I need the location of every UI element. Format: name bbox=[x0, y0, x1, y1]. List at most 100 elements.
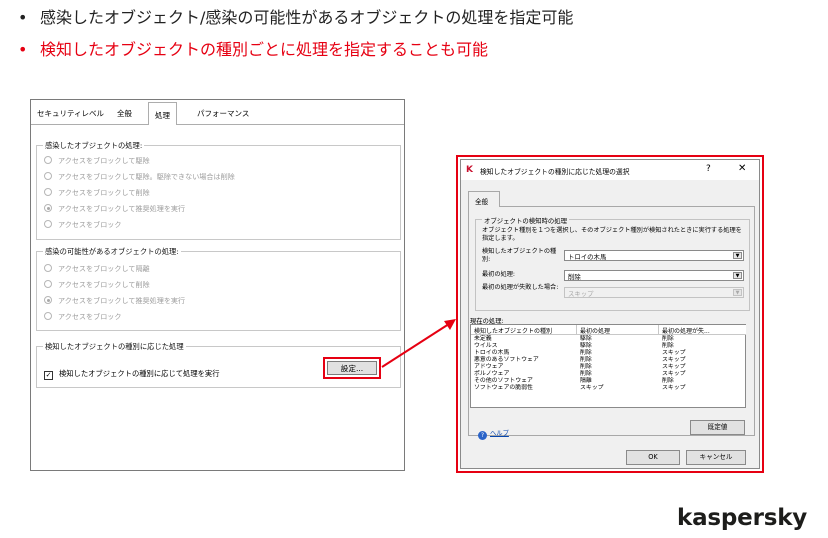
help-icon: ? bbox=[478, 431, 487, 440]
close-icon[interactable]: ✕ bbox=[738, 163, 746, 174]
radio-icon bbox=[44, 264, 52, 272]
cell-type: ポルノウェア bbox=[474, 371, 510, 377]
cell-type: アドウェア bbox=[474, 364, 504, 370]
object-type-value: トロイの木馬 bbox=[568, 253, 607, 261]
list-item[interactable]: アドウェア 削除 スキップ bbox=[471, 364, 745, 371]
cell-fallback: 削除 bbox=[662, 343, 674, 349]
suspicious-actions-group: 感染の可能性があるオブジェクトの処理: アクセスをブロックして隔離 アクセスをブ… bbox=[36, 247, 401, 331]
checkbox-checked-icon: ✓ bbox=[44, 371, 53, 380]
option-label: アクセスをブロックして駆除。駆除できない場合は削除 bbox=[58, 172, 235, 181]
list-item[interactable]: ポルノウェア 削除 スキップ bbox=[471, 371, 745, 378]
first-action-value: 削除 bbox=[568, 273, 581, 281]
settings-button-highlight: 設定... bbox=[323, 357, 381, 379]
default-button[interactable]: 既定値 bbox=[690, 420, 745, 435]
help-question-button[interactable]: ? bbox=[706, 164, 711, 174]
tab-security-level[interactable]: セキュリティレベル bbox=[37, 108, 104, 119]
list-item[interactable]: その他のソフトウェア 隔離 削除 bbox=[471, 378, 745, 385]
first-action-label: 最初の処理: bbox=[482, 271, 516, 278]
radio-icon bbox=[44, 188, 52, 196]
tab-general[interactable]: 全般 bbox=[468, 191, 500, 207]
ok-button[interactable]: OK bbox=[626, 450, 680, 465]
option-label: アクセスをブロックして推奨処理を実行 bbox=[58, 296, 186, 305]
infected-group-title: 感染したオブジェクトの処理: bbox=[43, 141, 145, 151]
column-header-first-action[interactable]: 最初の処理 bbox=[577, 325, 659, 335]
fallback-action-label: 最初の処理が失敗した場合: bbox=[482, 284, 559, 291]
radio-icon bbox=[44, 220, 52, 228]
cell-type: その他のソフトウェア bbox=[474, 378, 533, 384]
cell-first: 駆除 bbox=[580, 336, 592, 342]
bullet-2: • 検知したオブジェクトの種別ごとに処理を指定することも可能 bbox=[18, 36, 488, 60]
bullet-2-text: 検知したオブジェクトの種別ごとに処理を指定することも可能 bbox=[40, 40, 489, 59]
description-text: オブジェクト種別を１つを選択し、そのオブジェクト種別が検知されたときに実行する処… bbox=[482, 227, 742, 242]
suspicious-option-quarantine[interactable]: アクセスをブロックして隔離 bbox=[44, 264, 150, 274]
checkbox-label: 検知したオブジェクトの種別に応じて処理を実行 bbox=[59, 369, 220, 378]
suspicious-option-recommended[interactable]: アクセスをブロックして推奨処理を実行 bbox=[44, 296, 185, 306]
list-item[interactable]: トロイの木馬 削除 スキップ bbox=[471, 350, 745, 357]
type-group-title: 検知したオブジェクトの種別に応じた処理 bbox=[43, 342, 186, 352]
option-label: アクセスをブロックして隔離 bbox=[58, 264, 150, 273]
dialog-titlebar: K 検知したオブジェクトの種別に応じた処理の選択 ? ✕ bbox=[461, 160, 759, 180]
suspicious-option-delete[interactable]: アクセスをブロックして削除 bbox=[44, 280, 150, 290]
cell-first: 削除 bbox=[580, 357, 592, 363]
column-header-fallback-action[interactable]: 最初の処理が失... bbox=[659, 325, 746, 335]
bullet-1-text: 感染したオブジェクト/感染の可能性があるオブジェクトの処理を指定可能 bbox=[40, 8, 574, 27]
cell-first: スキップ bbox=[580, 385, 604, 391]
infected-option-block[interactable]: アクセスをブロック bbox=[44, 220, 122, 230]
suspicious-option-block[interactable]: アクセスをブロック bbox=[44, 312, 122, 322]
option-label: アクセスをブロックして推奨処理を実行 bbox=[58, 204, 186, 213]
infected-actions-group: 感染したオブジェクトの処理: アクセスをブロックして駆除 アクセスをブロックして… bbox=[36, 141, 401, 240]
chevron-down-icon: ▼ bbox=[733, 252, 742, 259]
tab-performance[interactable]: パフォーマンス bbox=[197, 108, 249, 119]
list-item[interactable]: ウイルス 駆除 削除 bbox=[471, 343, 745, 350]
tab-general[interactable]: 全般 bbox=[117, 108, 132, 119]
option-label: アクセスをブロックして削除 bbox=[58, 188, 150, 197]
list-item[interactable]: ソフトウェアの脆弱性 スキップ スキップ bbox=[471, 385, 745, 392]
radio-icon bbox=[44, 312, 52, 320]
option-label: アクセスをブロック bbox=[58, 220, 122, 229]
infected-option-disinfect-or-delete[interactable]: アクセスをブロックして駆除。駆除できない場合は削除 bbox=[44, 172, 235, 182]
kaspersky-k-icon: K bbox=[466, 165, 473, 175]
cell-first: 駆除 bbox=[580, 343, 592, 349]
infected-option-recommended[interactable]: アクセスをブロックして推奨処理を実行 bbox=[44, 204, 185, 214]
chevron-down-icon: ▼ bbox=[733, 272, 742, 279]
help-link[interactable]: ? ヘルプ bbox=[478, 428, 509, 440]
help-link-text: ヘルプ bbox=[490, 430, 509, 437]
object-type-select[interactable]: トロイの木馬 ▼ bbox=[564, 250, 744, 261]
chevron-down-icon: ▼ bbox=[733, 289, 742, 296]
current-actions-list[interactable]: 検知したオブジェクトの種別 最初の処理 最初の処理が失... 未定義 駆除 削除 ウ… bbox=[470, 324, 746, 408]
infected-option-delete[interactable]: アクセスをブロックして削除 bbox=[44, 188, 150, 198]
tab-actions[interactable]: 処理 bbox=[148, 102, 177, 125]
radio-icon bbox=[44, 280, 52, 288]
first-action-select[interactable]: 削除 ▼ bbox=[564, 270, 744, 281]
fallback-action-value: スキップ bbox=[568, 290, 594, 298]
settings-tabs: セキュリティレベル 全般 処理 パフォーマンス bbox=[31, 100, 404, 125]
bullet-mark: • bbox=[18, 8, 28, 27]
type-dialog-highlight: K 検知したオブジェクトの種別に応じた処理の選択 ? ✕ 全般 オブジェクトの検… bbox=[456, 155, 764, 473]
cell-fallback: 削除 bbox=[662, 378, 674, 384]
dialog-title: 検知したオブジェクトの種別に応じた処理の選択 bbox=[480, 168, 630, 176]
cell-first: 削除 bbox=[580, 364, 592, 370]
cell-fallback: スキップ bbox=[662, 350, 686, 356]
slide: • 感染したオブジェクト/感染の可能性があるオブジェクトの処理を指定可能 • 検知し… bbox=[0, 0, 828, 538]
list-item[interactable]: 悪意のあるソフトウェア 削除 スキップ bbox=[471, 357, 745, 364]
suspicious-group-title: 感染の可能性があるオブジェクトの処理: bbox=[43, 247, 181, 257]
cell-first: 隔離 bbox=[580, 378, 592, 384]
settings-dialog: セキュリティレベル 全般 処理 パフォーマンス 感染したオブジェクトの処理: ア… bbox=[30, 99, 405, 471]
radio-selected-icon bbox=[44, 204, 52, 212]
type-actions-checkbox[interactable]: ✓ 検知したオブジェクトの種別に応じて処理を実行 bbox=[44, 369, 220, 380]
settings-button[interactable]: 設定... bbox=[327, 361, 377, 375]
column-header-type[interactable]: 検知したオブジェクトの種別 bbox=[471, 325, 577, 335]
bullet-mark: • bbox=[18, 40, 28, 59]
list-item[interactable]: 未定義 駆除 削除 bbox=[471, 336, 745, 343]
infected-option-disinfect[interactable]: アクセスをブロックして駆除 bbox=[44, 156, 150, 166]
fallback-action-select[interactable]: スキップ ▼ bbox=[564, 287, 744, 298]
radio-selected-icon bbox=[44, 296, 52, 304]
arrow-head bbox=[444, 319, 456, 330]
kaspersky-logo: kaspersky bbox=[677, 505, 808, 531]
bullet-1: • 感染したオブジェクト/感染の可能性があるオブジェクトの処理を指定可能 bbox=[18, 4, 573, 28]
cell-type: 未定義 bbox=[474, 336, 492, 342]
cancel-button[interactable]: キャンセル bbox=[686, 450, 746, 465]
radio-icon bbox=[44, 156, 52, 164]
cell-fallback: スキップ bbox=[662, 371, 686, 377]
object-type-label: 検知したオブジェクトの種別: bbox=[482, 248, 557, 263]
